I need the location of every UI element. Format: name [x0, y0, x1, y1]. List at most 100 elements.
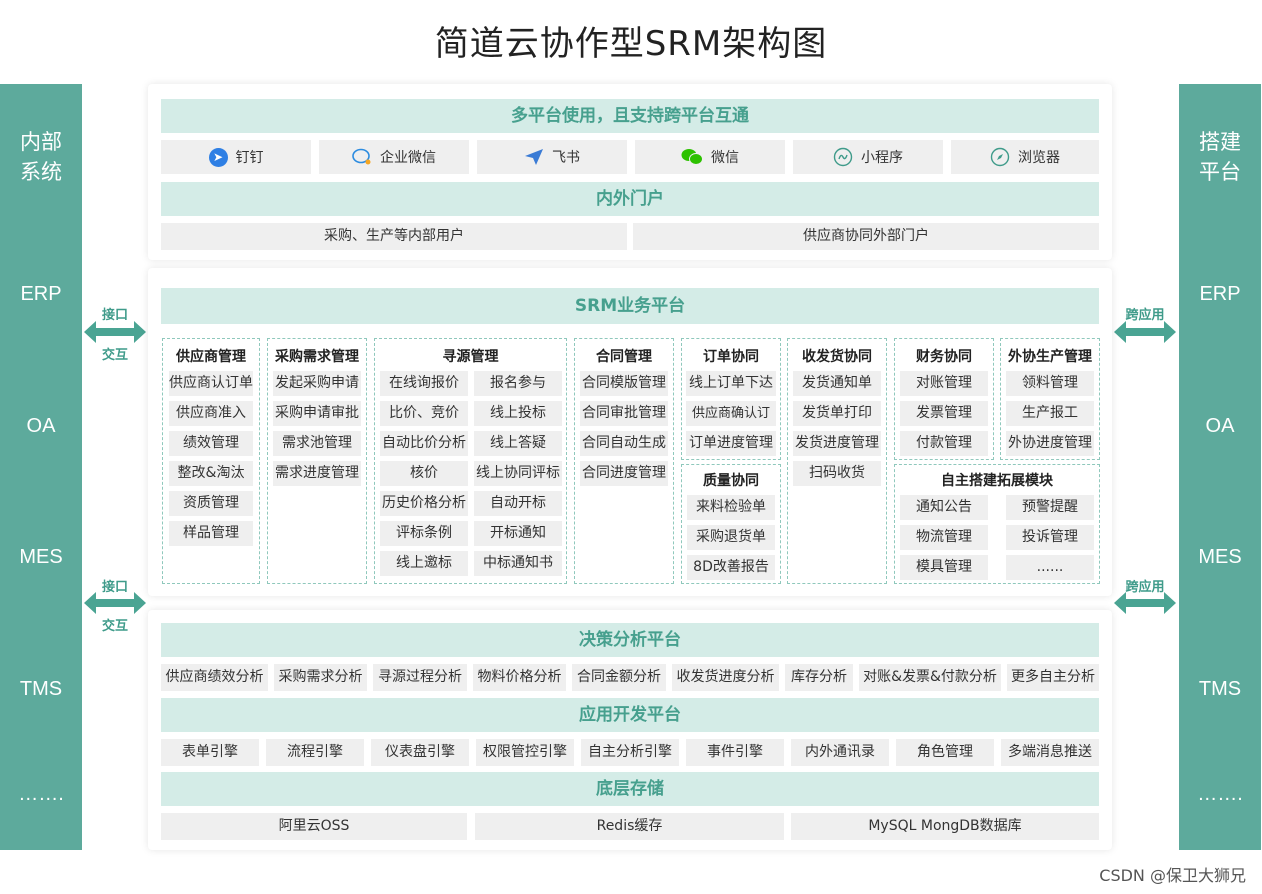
module-item: 需求进度管理 — [273, 461, 361, 486]
module-item: 中标通知书 — [474, 551, 562, 576]
module-item: 自动比价分析 — [380, 431, 468, 456]
module-item: 订单进度管理 — [686, 431, 776, 456]
right-sidebar-item-erp: ERP — [1199, 283, 1241, 305]
module-purchase-demand: 采购需求管理 发起采购申请 采购申请审批 需求池管理 需求进度管理 — [267, 338, 367, 584]
right-sidebar-item-mes: MES — [1198, 546, 1242, 568]
module-item: ...... — [1006, 555, 1094, 580]
module-title: 收发货协同 — [802, 349, 872, 365]
decision-analysis-band: 决策分析平台 — [161, 623, 1099, 657]
module-item: 供应商认订单 — [169, 371, 253, 396]
right-sidebar-heading-line2: 平台 — [1199, 161, 1241, 184]
module-item: 线上答疑 — [474, 431, 562, 456]
platform-chip-mini-program: 小程序 — [793, 140, 943, 174]
platform-label-feishu: 飞书 — [552, 150, 580, 166]
appdev-item: 多端消息推送 — [1001, 739, 1099, 766]
module-title: 外协生产管理 — [1008, 349, 1092, 365]
left-top-connector-label-1: 接口 — [101, 308, 128, 323]
module-item: 发货单打印 — [793, 401, 881, 426]
storage-item-redis: Redis缓存 — [475, 813, 784, 840]
left-sidebar-item-oa: OA — [26, 415, 56, 437]
portal-internal-users: 采购、生产等内部用户 — [161, 223, 627, 250]
module-item: 线上邀标 — [380, 551, 468, 576]
appdev-item: 角色管理 — [896, 739, 994, 766]
module-supplier-management: 供应商管理 供应商认订单 供应商准入 绩效管理 整改&淘汰 资质管理 样品管理 — [162, 338, 260, 584]
decision-item: 采购需求分析 — [274, 664, 367, 691]
app-dev-platform-band: 应用开发平台 — [161, 698, 1099, 732]
right-sidebar-item-oa: OA — [1205, 415, 1235, 437]
dingtalk-icon: ➤ — [208, 147, 228, 167]
module-item: 供应商确认订单 — [686, 401, 776, 446]
left-bottom-connector-label-2: 交互 — [101, 619, 128, 634]
module-finance-collaboration: 财务协同 对账管理 发票管理 付款管理 — [894, 338, 994, 460]
appdev-item: 内外通讯录 — [791, 739, 889, 766]
left-sidebar-heading-line2: 系统 — [20, 161, 62, 184]
left-sidebar-item-tms: TMS — [19, 678, 63, 700]
portal-supplier-external: 供应商协同外部门户 — [633, 223, 1099, 250]
platform-chip-dingtalk: ➤ 钉钉 — [161, 140, 311, 174]
left-sidebar-internal-systems: 内部 系统 ERP OA MES TMS ……. — [0, 84, 82, 850]
left-bottom-connector-label-1: 接口 — [101, 580, 128, 595]
platform-label-mini-program: 小程序 — [861, 150, 903, 166]
right-top-connector-label: 跨应用 — [1125, 308, 1165, 323]
module-item: 领料管理 — [1006, 371, 1094, 396]
right-top-double-arrow-icon — [1114, 321, 1176, 343]
module-item: 合同审批管理 — [580, 401, 668, 426]
left-sidebar-item-mes: MES — [19, 546, 63, 568]
module-order-collaboration: 订单协同 线上订单下达 供应商确认订单 订单进度管理 — [681, 338, 781, 460]
right-sidebar-item-tms: TMS — [1198, 678, 1242, 700]
appdev-item: 权限管控引擎 — [476, 739, 574, 766]
left-top-double-arrow-icon — [84, 321, 146, 343]
left-sidebar-heading-line1: 内部 — [20, 131, 62, 154]
module-item: 供应商准入 — [169, 401, 253, 426]
wecom-icon — [352, 148, 371, 165]
module-item: 比价、竞价 — [380, 401, 468, 426]
right-sidebar-heading-line1: 搭建 — [1199, 131, 1241, 154]
right-bottom-connector-label: 跨应用 — [1125, 580, 1165, 595]
module-quality-collaboration: 质量协同 来料检验单 采购退货单 8D改善报告 — [681, 464, 781, 584]
module-item: 外协进度管理 — [1006, 431, 1094, 456]
srm-business-panel: SRM业务平台 供应商管理 供应商认订单 供应商准入 绩效管理 整改&淘汰 资质… — [148, 268, 1112, 596]
module-custom-extension: 自主搭建拓展模块 通知公告 物流管理 模具管理 预警提醒 投诉管理 ...... — [894, 464, 1100, 584]
module-item: 在线询报价 — [380, 371, 468, 396]
module-item: 投诉管理 — [1006, 525, 1094, 550]
right-sidebar-item-more: ……. — [1197, 783, 1243, 805]
browser-icon — [990, 147, 1010, 167]
left-sidebar-item-erp: ERP — [20, 283, 62, 305]
wechat-icon — [681, 149, 703, 165]
decision-item: 合同金额分析 — [572, 664, 666, 691]
feishu-icon — [525, 149, 543, 165]
decision-item: 供应商绩效分析 — [161, 664, 268, 691]
module-item: 报名参与 — [474, 371, 562, 396]
module-item: 扫码收货 — [793, 461, 881, 486]
storage-item-oss: 阿里云OSS — [161, 813, 467, 840]
module-item: 发货进度管理 — [793, 431, 881, 456]
platform-label-wechat: 微信 — [711, 150, 739, 166]
module-title: 寻源管理 — [442, 349, 499, 365]
platform-label-wecom: 企业微信 — [380, 150, 436, 166]
module-title: 订单协同 — [703, 349, 759, 365]
module-item: 模具管理 — [900, 555, 988, 580]
platform-chip-wechat: 微信 — [635, 140, 785, 174]
storage-item-database: MySQL MongDB数据库 — [791, 813, 1099, 840]
module-item: 8D改善报告 — [687, 555, 775, 580]
decision-item: 寻源过程分析 — [373, 664, 467, 691]
module-item: 发起采购申请 — [273, 371, 361, 396]
decision-item: 更多自主分析 — [1007, 664, 1099, 691]
module-item: 发货通知单 — [793, 371, 881, 396]
portal-band: 内外门户 — [161, 182, 1099, 216]
appdev-item: 仪表盘引擎 — [371, 739, 469, 766]
platform-chip-browser: 浏览器 — [951, 140, 1099, 174]
module-item: 预警提醒 — [1006, 495, 1094, 520]
left-sidebar-item-more: ……. — [18, 783, 64, 805]
module-item: 样品管理 — [169, 521, 253, 546]
module-item: 自动开标 — [474, 491, 562, 516]
module-title: 采购需求管理 — [275, 349, 359, 365]
decision-item: 收发货进度分析 — [672, 664, 779, 691]
module-item: 资质管理 — [169, 491, 253, 516]
module-title: 合同管理 — [596, 349, 652, 365]
top-panel-access: 多平台使用，且支持跨平台互通 ➤ 钉钉 企业微信 飞书 微信 小程序 浏览器 内… — [148, 84, 1112, 260]
module-item: 整改&淘汰 — [169, 461, 253, 486]
module-item: 付款管理 — [900, 431, 988, 456]
module-item: 历史价格分析 — [380, 491, 468, 516]
module-item: 绩效管理 — [169, 431, 253, 456]
